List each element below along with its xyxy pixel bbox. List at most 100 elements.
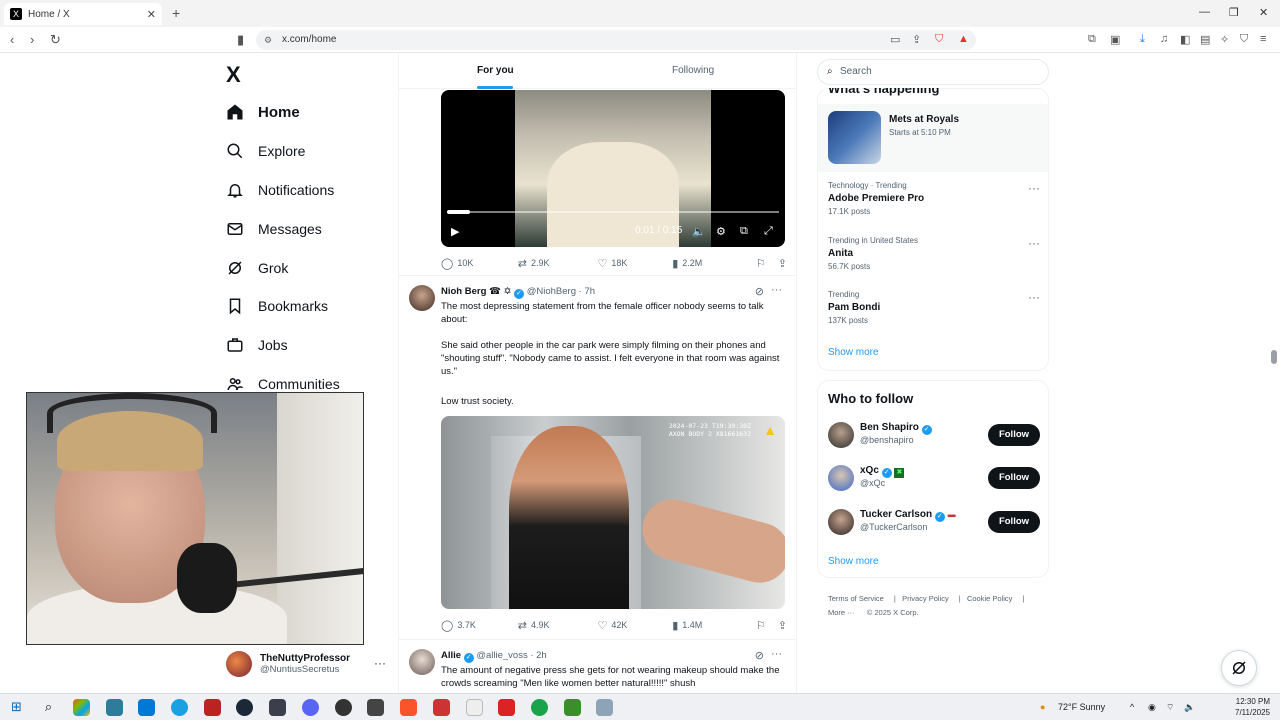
browser-tab[interactable]: X Home / X ✕ <box>4 3 162 25</box>
volume-icon[interactable]: 🔈 <box>692 225 706 238</box>
new-tab-icon[interactable]: + <box>172 5 180 21</box>
avatar[interactable] <box>828 509 854 535</box>
menu-icon[interactable]: ≡ <box>1260 33 1266 45</box>
reload-icon[interactable]: ↻ <box>50 32 61 48</box>
forward-icon[interactable]: › <box>30 32 34 47</box>
reply-button[interactable]: ◯ 10K <box>441 257 518 270</box>
grok-icon[interactable]: ⊘ <box>755 649 764 662</box>
bookmark-icon[interactable]: ⚐ <box>756 257 766 270</box>
url-field[interactable]: ⚙ x.com/home <box>256 30 976 50</box>
pip-icon[interactable]: ⧉ <box>740 225 748 238</box>
avatar[interactable] <box>409 285 435 311</box>
app-icon[interactable] <box>498 699 515 716</box>
wallet-icon[interactable]: ▤ <box>1200 33 1210 46</box>
download-icon[interactable]: ⤓ <box>1140 33 1145 46</box>
bookmark-icon[interactable]: ⚐ <box>756 619 766 632</box>
leo-icon[interactable]: ✧ <box>1220 33 1229 46</box>
steam-icon[interactable] <box>236 699 253 716</box>
post-time[interactable]: · 2h <box>530 650 546 661</box>
tray-chevron-icon[interactable]: ^ <box>1130 702 1134 712</box>
more-icon[interactable]: ··· <box>1028 290 1040 304</box>
copilot-icon[interactable] <box>73 699 90 716</box>
more-icon[interactable]: ··· <box>771 648 782 660</box>
trend-item[interactable]: Trending in United States Anita 56.7K po… <box>828 236 1040 271</box>
obs-icon[interactable] <box>335 699 352 716</box>
app-icon[interactable] <box>596 699 613 716</box>
tab-following[interactable]: Following <box>672 65 714 76</box>
discord-icon[interactable] <box>302 699 319 716</box>
nav-notifications[interactable]: Notifications <box>226 178 334 202</box>
follow-suggestion[interactable]: Tucker Carlson ✓ ▬ @TuckerCarlson Follow <box>828 507 1040 539</box>
follow-button[interactable]: Follow <box>988 467 1040 489</box>
more-icon[interactable]: ··· <box>1028 181 1040 195</box>
play-icon[interactable]: ▶ <box>451 225 459 238</box>
share-icon[interactable]: ⇪ <box>778 257 787 270</box>
restore-icon[interactable]: ❐ <box>1229 6 1239 19</box>
more-icon[interactable]: ··· <box>1028 236 1040 250</box>
privacy-link[interactable]: Privacy Policy <box>902 594 949 603</box>
nav-messages[interactable]: Messages <box>226 217 322 241</box>
tray-app-icon[interactable]: ◉ <box>1148 702 1156 713</box>
search-input[interactable]: ⌕ Search <box>817 59 1049 85</box>
app-icon[interactable] <box>367 699 384 716</box>
share-icon[interactable]: ⇪ <box>912 33 921 46</box>
video-player[interactable]: ▶ 0:01 / 0:15 🔈 ⚙ ⧉ ⤢ <box>441 90 785 247</box>
search-icon[interactable]: ⌕ <box>40 699 57 716</box>
page-scrollbar[interactable] <box>1271 350 1277 364</box>
nav-bookmarks[interactable]: Bookmarks <box>226 294 328 318</box>
minecraft-icon[interactable] <box>564 699 581 716</box>
follow-button[interactable]: Follow <box>988 511 1040 533</box>
nav-grok[interactable]: Grok <box>226 256 288 280</box>
app-icon[interactable] <box>106 699 123 716</box>
close-window-icon[interactable]: ✕ <box>1259 6 1268 19</box>
grok-icon[interactable]: ⊘ <box>755 285 764 298</box>
more-footer-link[interactable]: More ··· <box>828 608 855 617</box>
follow-button[interactable]: Follow <box>988 424 1040 446</box>
grok-floating-button[interactable] <box>1221 650 1257 686</box>
volume-icon[interactable]: 🔈 <box>1184 702 1195 713</box>
author-handle[interactable]: @allie_voss <box>476 650 527 661</box>
cast-icon[interactable]: ▭ <box>890 33 900 46</box>
terms-link[interactable]: Terms of Service <box>828 594 884 603</box>
app-icon[interactable] <box>204 699 221 716</box>
minimize-icon[interactable]: — <box>1199 6 1210 18</box>
author-name[interactable]: Nioh Berg <box>441 286 486 297</box>
post-time[interactable]: · 7h <box>579 286 595 297</box>
vpn-icon[interactable]: ⛉ <box>1240 33 1248 46</box>
brave-icon[interactable] <box>400 699 417 716</box>
app-icon[interactable] <box>433 699 450 716</box>
views-button[interactable]: ▮ 2.2M <box>672 257 756 270</box>
avatar[interactable] <box>409 649 435 675</box>
file-icon[interactable] <box>466 699 483 716</box>
media-icon[interactable]: ♫ <box>1160 33 1168 45</box>
start-icon[interactable]: ⊞ <box>8 699 25 716</box>
tab-for-you[interactable]: For you <box>477 65 514 76</box>
trending-event[interactable]: Mets at Royals Starts at 5:10 PM <box>818 104 1048 172</box>
x-logo-icon[interactable]: X <box>226 62 241 88</box>
nav-home[interactable]: Home <box>226 100 300 124</box>
trend-item[interactable]: Technology · Trending Adobe Premiere Pro… <box>828 181 1040 216</box>
site-info-icon[interactable]: ⚙ <box>264 30 272 50</box>
outlook-icon[interactable] <box>138 699 155 716</box>
trend-item[interactable]: Trending Pam Bondi 137K posts ··· <box>828 290 1040 325</box>
follow-suggestion[interactable]: Ben Shapiro ✓ @benshapiro Follow <box>828 420 1040 452</box>
cookie-link[interactable]: Cookie Policy <box>967 594 1012 603</box>
account-switcher[interactable]: TheNuttyProfessor @NuntiusSecretus ··· <box>226 648 386 680</box>
views-button[interactable]: ▮ 1.4M <box>672 619 756 632</box>
repost-button[interactable]: ⇄ 2.9K <box>518 257 598 270</box>
like-button[interactable]: ♡ 42K <box>597 619 672 632</box>
extension-icon-2[interactable]: ▣ <box>1110 33 1120 46</box>
clock[interactable]: 12:30 PM 7/11/2025 <box>1220 696 1270 718</box>
fullscreen-icon[interactable]: ⤢ <box>764 225 773 238</box>
author-name[interactable]: Allie <box>441 650 461 661</box>
app-icon[interactable] <box>531 699 548 716</box>
repost-button[interactable]: ⇄ 4.9K <box>518 619 598 632</box>
avatar[interactable] <box>828 422 854 448</box>
tweet-image[interactable]: 2024-07-23 T19:30:30Z AXON BODY 2 X81661… <box>441 416 785 609</box>
rewards-icon[interactable]: ▲ <box>958 33 969 45</box>
show-more-trends-link[interactable]: Show more <box>828 347 879 358</box>
app-icon[interactable] <box>269 699 286 716</box>
bookmark-page-icon[interactable]: ▮ <box>237 32 244 48</box>
settings-icon[interactable]: ⚙ <box>716 225 726 238</box>
reply-button[interactable]: ◯ 3.7K <box>441 619 518 632</box>
